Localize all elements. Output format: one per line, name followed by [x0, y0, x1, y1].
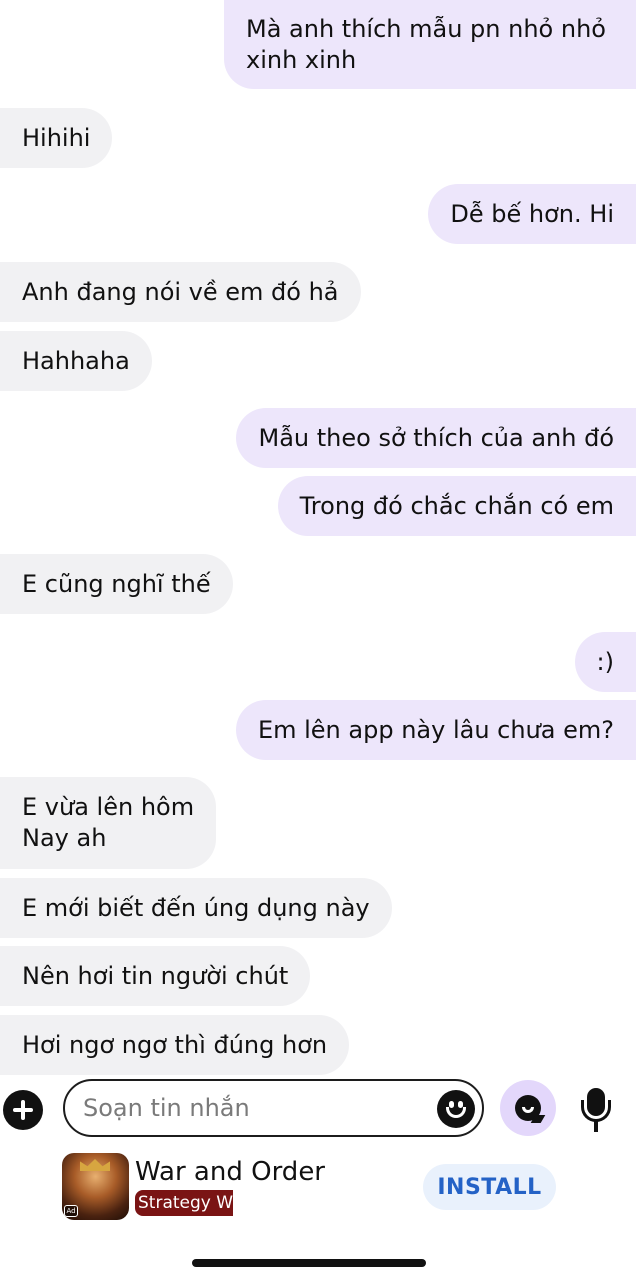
message-outgoing[interactable]: Mà anh thích mẫu pn nhỏ nhỏ xinh xinh	[224, 0, 636, 89]
message-input-container[interactable]	[63, 1079, 484, 1137]
app-icon[interactable]: Ad	[62, 1153, 129, 1220]
message-line: E mới biết đến úng dụng này	[22, 893, 370, 922]
crown-icon	[80, 1159, 110, 1171]
message-incoming[interactable]: E mới biết đến úng dụng này	[0, 878, 392, 938]
microphone-cup	[581, 1100, 611, 1122]
microphone-stem	[594, 1121, 598, 1132]
message-line: Nay ah	[22, 824, 107, 852]
message-line: :)	[596, 647, 614, 676]
message-line: Anh đang nói về em đó hả	[22, 277, 339, 306]
ad-app-name[interactable]: War and Order	[135, 1157, 325, 1187]
message-incoming[interactable]: Anh đang nói về em đó hả	[0, 262, 361, 322]
microphone-icon[interactable]	[578, 1088, 614, 1134]
message-composer	[0, 1078, 636, 1140]
chat-bubble-icon[interactable]	[500, 1080, 556, 1136]
message-line: E cũng nghĩ thế	[22, 569, 211, 598]
ad-app-category: Strategy W	[135, 1190, 233, 1216]
message-outgoing[interactable]: Mẫu theo sở thích của anh đó	[236, 408, 636, 468]
message-line: Hơi ngơ ngơ thì đúng hơn	[22, 1030, 328, 1059]
message-line: Dễ bế hơn. Hi	[450, 199, 614, 228]
message-outgoing[interactable]: Em lên app này lâu chưa em?	[235, 700, 636, 760]
message-outgoing[interactable]: Dễ bế hơn. Hi	[428, 184, 636, 244]
message-line: Nên hơi tin người chút	[22, 961, 289, 990]
message-line: Hahhaha	[22, 346, 130, 375]
plus-circle-icon[interactable]	[3, 1090, 43, 1130]
message-input[interactable]	[83, 1081, 423, 1135]
message-line: Mà anh thích mẫu pn nhỏ nhỏ	[246, 14, 606, 43]
message-incoming[interactable]: Hihihi	[0, 108, 113, 168]
message-line: xinh xinh	[246, 45, 357, 74]
message-line: Hihihi	[22, 123, 91, 152]
message-incoming[interactable]: Hahhaha	[0, 331, 152, 391]
home-indicator[interactable]	[192, 1259, 426, 1267]
message-incoming[interactable]: E cũng nghĩ thế	[0, 554, 233, 614]
message-incoming[interactable]: Hơi ngơ ngơ thì đúng hơn	[0, 1015, 350, 1075]
ad-banner[interactable]: Ad War and Order Strategy W INSTALL	[0, 1148, 636, 1228]
message-list[interactable]: Mà anh thích mẫu pn nhỏ nhỏ xinh xinh Hi…	[0, 0, 636, 1075]
smiley-mouth	[446, 1107, 466, 1118]
message-outgoing[interactable]: Trong đó chắc chắn có em	[277, 476, 636, 536]
ad-badge: Ad	[64, 1205, 78, 1217]
install-button[interactable]: INSTALL	[423, 1164, 556, 1210]
message-incoming[interactable]: Nên hơi tin người chút	[0, 946, 311, 1006]
message-line: E vừa lên hôm	[22, 793, 195, 821]
message-line: Mẫu theo sở thích của anh đó	[258, 423, 614, 452]
message-line: Trong đó chắc chắn có em	[299, 491, 614, 520]
smiley-icon[interactable]	[437, 1090, 475, 1128]
message-outgoing[interactable]: :)	[574, 632, 636, 692]
message-incoming[interactable]: E vừa lên hôm Nay ah	[0, 777, 217, 869]
message-line: Em lên app này lâu chưa em?	[257, 715, 614, 744]
